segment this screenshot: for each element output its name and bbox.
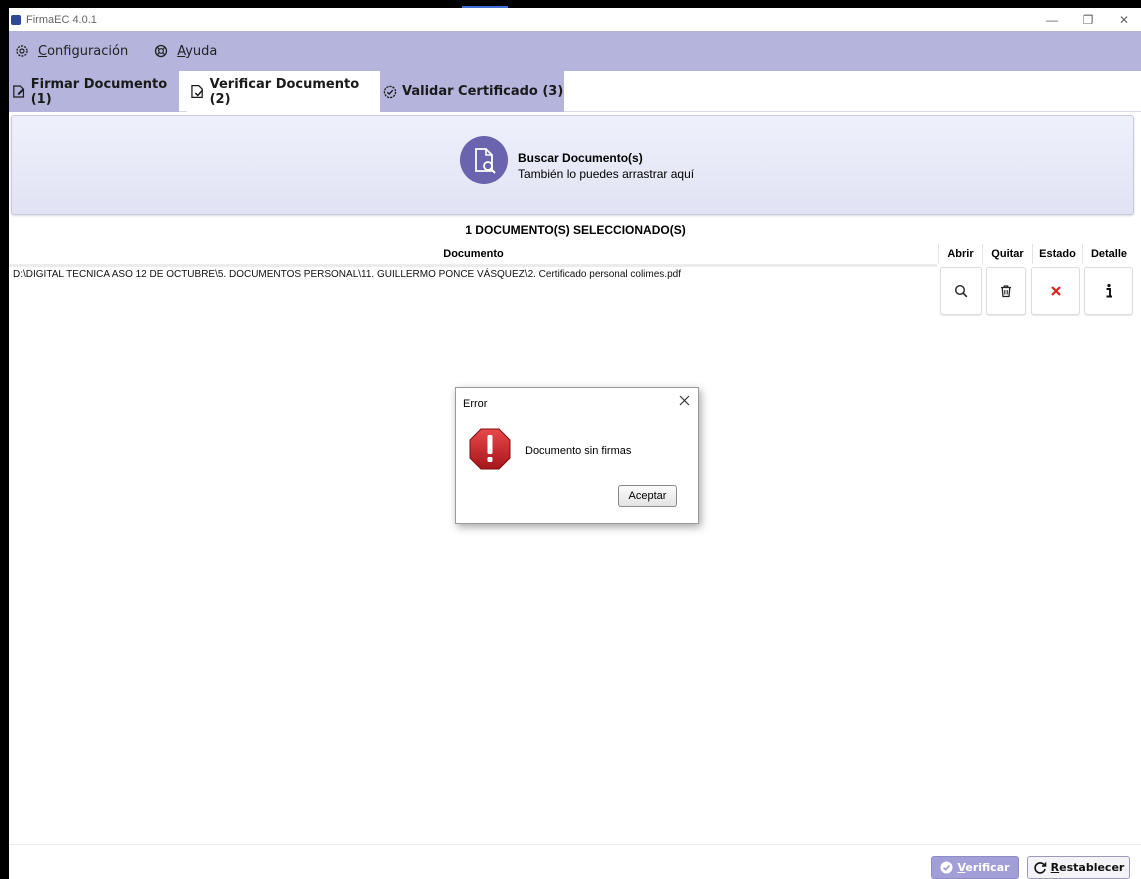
menu-ayuda[interactable]: Ayuda	[154, 44, 217, 59]
window-controls: — ❐ ✕	[1034, 8, 1141, 31]
help-lifebuoy-icon	[155, 44, 168, 58]
refresh-icon	[1033, 861, 1046, 874]
documents-table-header: Documento Abrir Quitar Estado Detalle	[9, 244, 1141, 264]
restablecer-button[interactable]: Restablecer	[1027, 856, 1130, 879]
dialog-close-button[interactable]	[679, 393, 690, 411]
document-path: D:\DIGITAL TECNICA ASO 12 DE OCTUBRE\5. …	[13, 269, 681, 280]
gear-icon	[16, 45, 28, 57]
red-x-icon	[1050, 286, 1061, 296]
restablecer-accel: R	[1050, 861, 1060, 874]
header-abrir: Abrir	[939, 244, 983, 264]
menu-configuracion-accel: C	[38, 43, 48, 59]
trash-icon	[1001, 285, 1011, 298]
screen-top-edge	[0, 0, 1141, 8]
close-window-button[interactable]: ✕	[1106, 8, 1141, 31]
restablecer-label: establecer	[1059, 861, 1125, 874]
title-bar: FirmaEC 4.0.1 — ❐ ✕	[9, 8, 1141, 31]
dialog-title: Error	[463, 398, 488, 410]
header-estado: Estado	[1033, 244, 1083, 264]
app-logo-icon	[11, 14, 21, 25]
tab-validar-certificado[interactable]: Validar Certificado (3)	[380, 71, 564, 112]
document-search-icon	[475, 148, 496, 174]
minimize-button[interactable]: —	[1034, 8, 1070, 31]
tab-verificar-label: Verificar Documento (2)	[209, 76, 360, 107]
estado-indicator[interactable]	[1031, 267, 1080, 315]
menu-configuracion-label: onfiguración	[47, 43, 129, 59]
close-icon	[679, 395, 690, 406]
menu-ayuda-label: yuda	[185, 43, 218, 59]
selected-count-label: 1 DOCUMENTO(S) SELECCIONADO(S)	[465, 223, 686, 237]
abrir-button[interactable]	[940, 267, 982, 315]
menu-configuracion[interactable]: Configuración	[15, 44, 128, 59]
error-dialog: Error Documento sin firmas Aceptar	[455, 387, 699, 524]
tab-verificar-documento[interactable]: Verificar Documento (2)	[187, 71, 380, 112]
header-detalle: Detalle	[1090, 248, 1128, 260]
window-title: FirmaEC 4.0.1	[26, 13, 97, 26]
check-circle-filled-icon	[940, 861, 953, 874]
screen-left-edge	[0, 0, 8, 879]
error-octagon-icon	[468, 427, 512, 474]
buscar-documento-button[interactable]	[460, 136, 508, 184]
info-icon	[1106, 283, 1112, 298]
dropzone-subtitle: También lo puedes arrastrar aquí	[518, 167, 695, 181]
magnifier-icon	[954, 284, 968, 298]
tab-firmar-label: Firmar Documento (1)	[30, 76, 168, 107]
aceptar-button[interactable]: Aceptar	[618, 485, 677, 507]
tab-bar: Firmar Documento (1) Verificar Documento…	[9, 71, 1141, 112]
check-circle-icon	[383, 85, 397, 98]
app-window: FirmaEC 4.0.1 — ❐ ✕ Configuración Ayuda	[8, 8, 1141, 879]
table-header-divider	[9, 264, 937, 267]
header-quitar: Quitar	[983, 244, 1033, 264]
restore-button[interactable]: ❐	[1070, 8, 1106, 31]
sign-document-icon	[13, 85, 25, 98]
detalle-button[interactable]	[1084, 267, 1133, 315]
document-dropzone[interactable]: Buscar Documento(s) También lo puedes ar…	[11, 115, 1134, 215]
footer-bar: Verificar Restablecer	[9, 844, 1141, 879]
verificar-button[interactable]: Verificar	[931, 856, 1019, 879]
tab-firmar-documento[interactable]: Firmar Documento (1)	[9, 71, 179, 112]
verificar-label: erificar	[965, 861, 1010, 874]
header-documento: Documento	[9, 244, 939, 264]
menu-bar: Configuración Ayuda	[9, 31, 1141, 71]
quitar-button[interactable]	[986, 267, 1026, 315]
verify-document-icon	[191, 85, 204, 98]
tab-validar-label: Validar Certificado (3)	[402, 84, 564, 99]
dropzone-title: Buscar Documento(s)	[518, 151, 643, 165]
dialog-message: Documento sin firmas	[525, 445, 632, 457]
